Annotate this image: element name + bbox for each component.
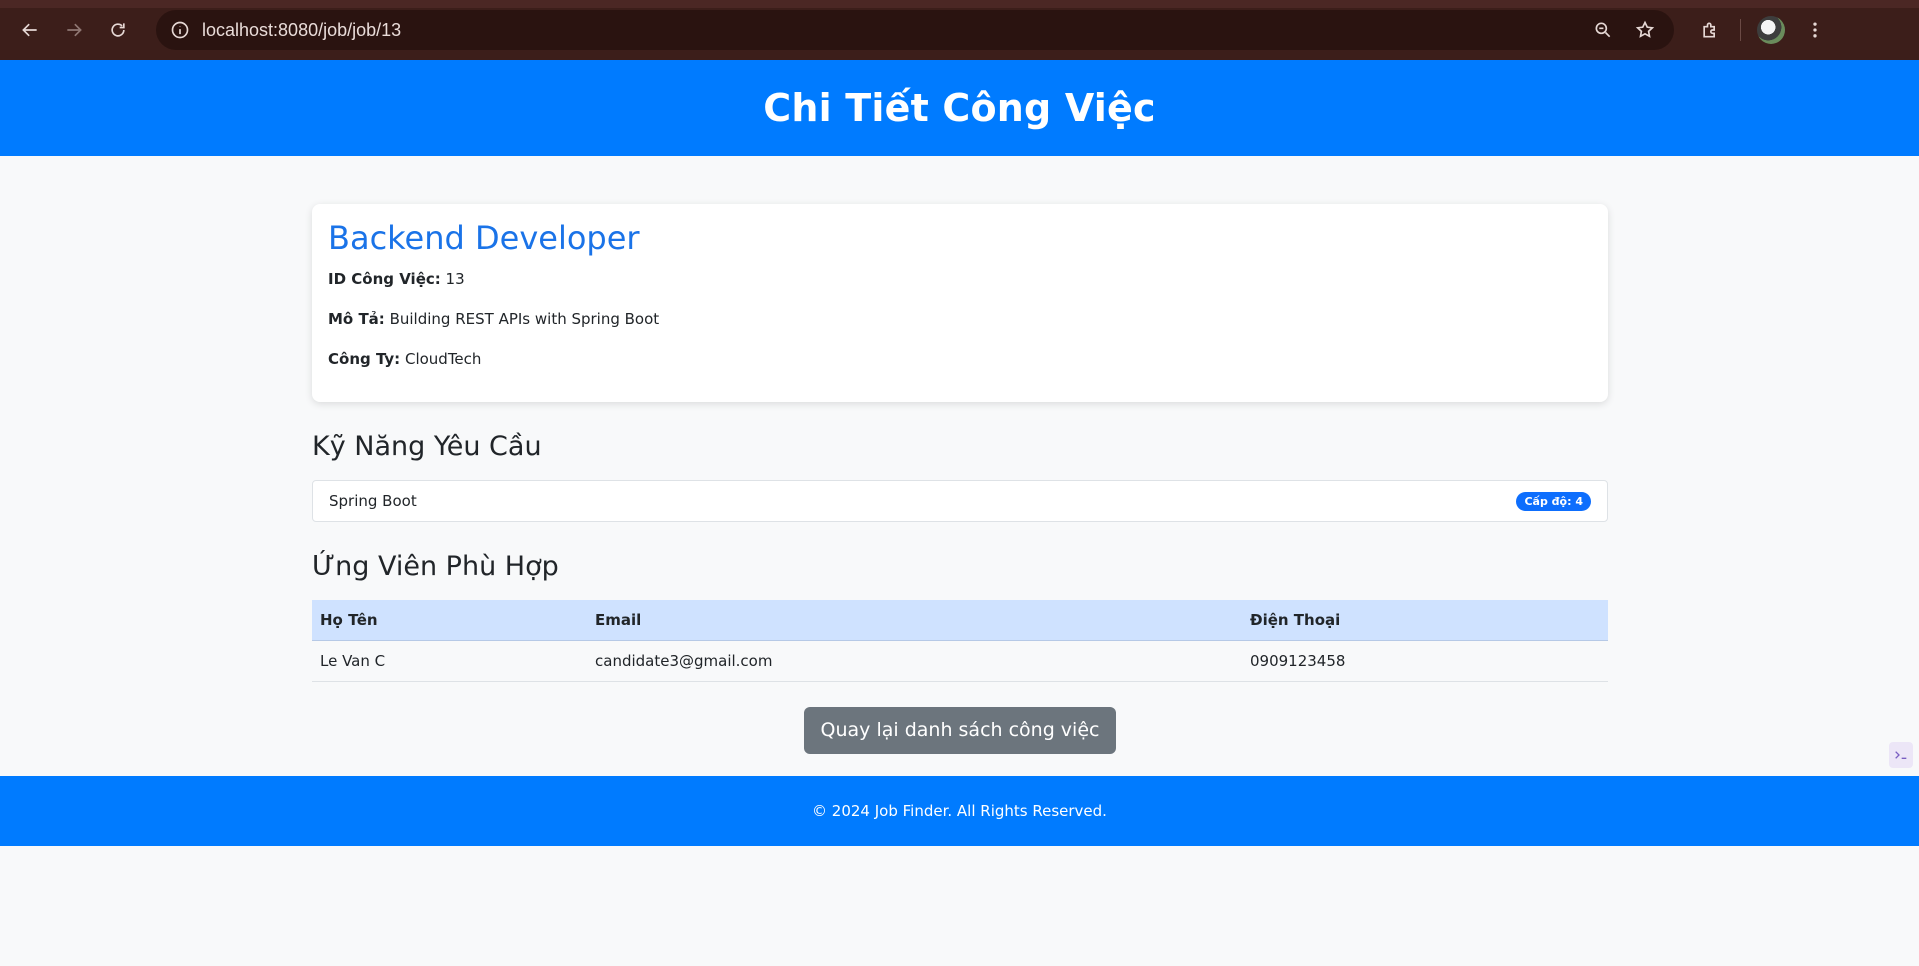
job-id-value: 13 bbox=[445, 270, 465, 288]
job-card: Backend Developer ID Công Việc: 13 Mô Tả… bbox=[312, 204, 1608, 402]
skill-name: Spring Boot bbox=[329, 492, 417, 510]
job-description-value: Building REST APIs with Spring Boot bbox=[389, 310, 660, 328]
candidate-email: candidate3@gmail.com bbox=[587, 640, 1242, 682]
job-title: Backend Developer bbox=[328, 219, 640, 257]
job-company-label: Công Ty: bbox=[328, 350, 401, 368]
candidate-name: Le Van C bbox=[312, 640, 587, 682]
url-text[interactable]: localhost:8080/job/job/13 bbox=[202, 20, 1576, 41]
table-header-row: Họ Tên Email Điện Thoại bbox=[312, 600, 1608, 641]
page-title: Chi Tiết Công Việc bbox=[763, 86, 1156, 130]
address-bar[interactable]: localhost:8080/job/job/13 bbox=[156, 10, 1674, 50]
back-button-wrapper: Quay lại danh sách công việc bbox=[312, 706, 1608, 754]
zoom-icon[interactable] bbox=[1588, 15, 1618, 45]
job-id-label: ID Công Việc: bbox=[328, 270, 441, 288]
job-company-value: CloudTech bbox=[404, 350, 482, 368]
column-header-email: Email bbox=[587, 600, 1242, 641]
profile-avatar[interactable] bbox=[1757, 16, 1785, 44]
extensions-icon[interactable] bbox=[1693, 13, 1727, 47]
back-to-jobs-button[interactable]: Quay lại danh sách công việc bbox=[803, 706, 1117, 754]
job-company-line: Công Ty: CloudTech bbox=[328, 350, 1592, 368]
site-info-icon[interactable] bbox=[168, 18, 192, 42]
candidate-phone: 0909123458 bbox=[1242, 640, 1608, 682]
toolbar-divider bbox=[1740, 19, 1741, 41]
forward-arrow-icon[interactable] bbox=[58, 14, 90, 46]
column-header-phone: Điện Thoại bbox=[1242, 600, 1608, 641]
job-description-label: Mô Tả: bbox=[328, 310, 385, 328]
floating-assistant-icon[interactable] bbox=[1889, 742, 1913, 768]
back-arrow-icon[interactable] bbox=[14, 14, 46, 46]
main-content: Backend Developer ID Công Việc: 13 Mô Tả… bbox=[312, 204, 1608, 754]
column-header-name: Họ Tên bbox=[312, 600, 587, 641]
browser-toolbar: localhost:8080/job/job/13 bbox=[0, 0, 1919, 60]
more-menu-icon[interactable] bbox=[1798, 13, 1832, 47]
job-description-line: Mô Tả: Building REST APIs with Spring Bo… bbox=[328, 310, 1592, 328]
job-id-line: ID Công Việc: 13 bbox=[328, 270, 1592, 288]
page-footer: © 2024 Job Finder. All Rights Reserved. bbox=[0, 776, 1919, 846]
page-header: Chi Tiết Công Việc bbox=[0, 60, 1919, 156]
footer-text: © 2024 Job Finder. All Rights Reserved. bbox=[812, 802, 1107, 820]
skill-level-badge: Cấp độ: 4 bbox=[1516, 491, 1591, 511]
table-row: Le Van C candidate3@gmail.com 0909123458 bbox=[312, 640, 1608, 682]
candidates-table: Họ Tên Email Điện Thoại Le Van C candida… bbox=[312, 600, 1608, 682]
skill-item: Spring Boot Cấp độ: 4 bbox=[312, 480, 1608, 522]
skills-section-title: Kỹ Năng Yêu Cầu bbox=[312, 431, 542, 462]
reload-icon[interactable] bbox=[102, 14, 134, 46]
bookmark-star-icon[interactable] bbox=[1630, 15, 1660, 45]
candidates-section-title: Ứng Viên Phù Hợp bbox=[312, 551, 559, 582]
